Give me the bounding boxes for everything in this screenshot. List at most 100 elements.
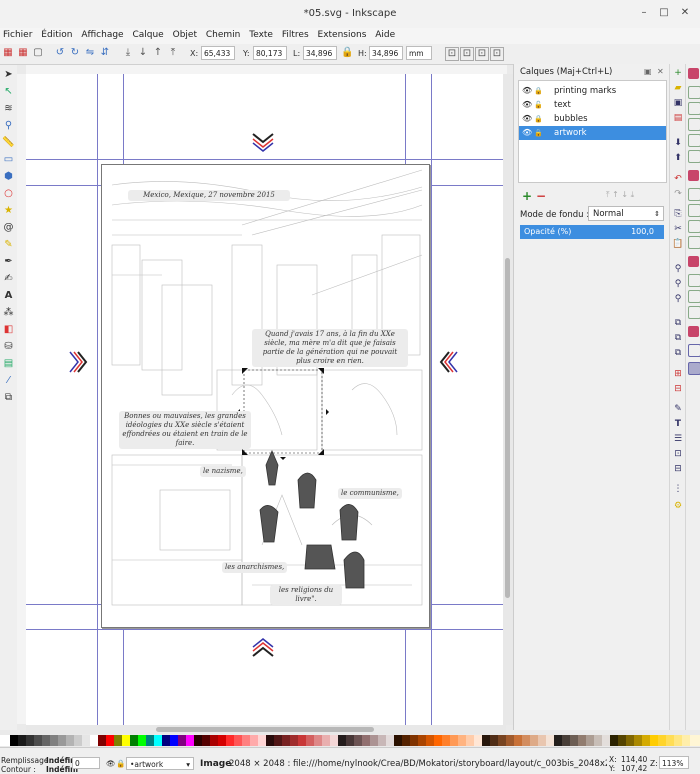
menu-fichier[interactable]: Fichier [0,28,35,40]
swatch[interactable] [258,735,266,746]
opacity-spin[interactable]: 0 [72,757,100,769]
current-layer-select[interactable]: •artwork ▾ [126,757,194,770]
unlock-icon[interactable]: 🔓 [534,98,543,112]
drawing-canvas[interactable]: Mexico, Mexique, 27 novembre 2015 Quand … [26,74,503,725]
y-input[interactable]: 80,173 [253,46,287,60]
snap-cusp-icon[interactable] [688,220,700,233]
snap-rotation-icon[interactable] [688,290,700,303]
duplicate-icon[interactable]: ⧉ [672,318,684,329]
zoom-input[interactable]: 113% [659,756,689,769]
swatch[interactable] [586,735,594,746]
measure-tool-icon[interactable]: 📏 [2,136,15,149]
lower-to-bottom-icon[interactable]: ⤓ [122,47,134,59]
gradient-tool-icon[interactable]: ▤ [2,357,15,370]
unit-select[interactable]: mm [406,46,432,60]
lock-icon[interactable]: 🔒 [534,126,543,140]
swatch[interactable] [202,735,210,746]
swatch[interactable] [242,735,250,746]
rotate-cw-icon[interactable]: ↻ [69,47,81,59]
swatch[interactable] [658,735,666,746]
swatch[interactable] [106,735,114,746]
swatch[interactable] [570,735,578,746]
swatch[interactable] [690,735,700,746]
swatch[interactable] [130,735,138,746]
connector-tool-icon[interactable]: ⧉ [2,391,15,404]
flip-vertical-icon[interactable]: ⇵ [99,47,111,59]
swatch[interactable] [594,735,602,746]
swatch[interactable] [194,735,202,746]
export-icon[interactable]: ⬆ [672,153,684,164]
width-input[interactable]: 34,896 [303,46,337,60]
x-input[interactable]: 65,433 [201,46,235,60]
zoom-tool-icon[interactable]: ⚲ [2,119,15,132]
swatch[interactable] [498,735,506,746]
snap-intersections-icon[interactable] [688,204,700,217]
menu-aide[interactable]: Aide [372,28,398,40]
layer-row-bubbles[interactable]: 👁 🔒 bubbles [519,112,666,126]
menu-texte[interactable]: Texte [246,28,276,40]
swatch[interactable] [250,735,258,746]
node-tool-icon[interactable]: ↖ [2,85,15,98]
swatch[interactable] [522,735,530,746]
swatch[interactable] [514,735,522,746]
rotate-ccw-icon[interactable]: ↺ [54,47,66,59]
swatch[interactable] [458,735,466,746]
remove-layer-icon[interactable]: − [536,189,546,203]
swatch[interactable] [186,735,194,746]
undo-icon[interactable]: ↶ [672,174,684,185]
spray-tool-icon[interactable]: ⁂ [2,306,15,319]
swatch[interactable] [346,735,354,746]
paste-icon[interactable]: 📋 [672,239,684,250]
swatch[interactable] [418,735,426,746]
swatch[interactable] [546,735,554,746]
swatch[interactable] [210,735,218,746]
swatch[interactable] [314,735,322,746]
snap-bbox-center-icon[interactable] [688,150,700,163]
open-icon[interactable]: ▰ [672,83,684,94]
swatch[interactable] [18,735,26,746]
swatch[interactable] [474,735,482,746]
swatch[interactable] [618,735,626,746]
flip-horizontal-icon[interactable]: ⇋ [84,47,96,59]
add-layer-icon[interactable]: + [522,189,532,203]
import-icon[interactable]: ⬇ [672,138,684,149]
scale-corners-icon[interactable]: ⊡ [460,47,474,61]
calligraphy-tool-icon[interactable]: ✍ [2,272,15,285]
horizontal-scroll-thumb[interactable] [156,727,374,732]
snap-bbox-midpoint-icon[interactable] [688,134,700,147]
lock-ratio-icon[interactable]: 🔒 [341,47,353,59]
swatch[interactable] [354,735,362,746]
swatch[interactable] [146,735,154,746]
swatch[interactable] [634,735,642,746]
new-document-icon[interactable]: + [672,68,684,79]
swatch[interactable] [642,735,650,746]
swatch[interactable] [450,735,458,746]
snap-bbox-corner-icon[interactable] [688,118,700,131]
tweak-tool-icon[interactable]: ≋ [2,102,15,115]
swatch[interactable] [666,735,674,746]
swatch[interactable] [506,735,514,746]
swatch[interactable] [370,735,378,746]
ellipse-tool-icon[interactable]: ○ [2,187,15,200]
clone-icon[interactable]: ⧉ [672,333,684,344]
scale-stroke-icon[interactable]: ⊡ [445,47,459,61]
guide-vertical[interactable] [97,74,98,725]
maximize-button[interactable]: □ [656,6,672,20]
swatch[interactable] [66,735,74,746]
raise-icon[interactable]: ↑ [152,47,164,59]
swatch[interactable] [90,735,98,746]
cut-icon[interactable]: ✂ [672,224,684,235]
swatch[interactable] [330,735,338,746]
swatch[interactable] [122,735,130,746]
box-3d-tool-icon[interactable]: ⬢ [2,170,15,183]
panel-float-icon[interactable]: ▣ [644,67,652,76]
swatch[interactable] [266,735,274,746]
menu-objet[interactable]: Objet [170,28,200,40]
visibility-eye-icon[interactable]: 👁 [522,98,532,112]
menu-calque[interactable]: Calque [129,28,166,40]
menu-edition[interactable]: Édition [38,28,75,40]
swatch[interactable] [362,735,370,746]
lower-icon[interactable]: ↓ [137,47,149,59]
swatch[interactable] [218,735,226,746]
group-icon[interactable]: ⊞ [672,369,684,380]
